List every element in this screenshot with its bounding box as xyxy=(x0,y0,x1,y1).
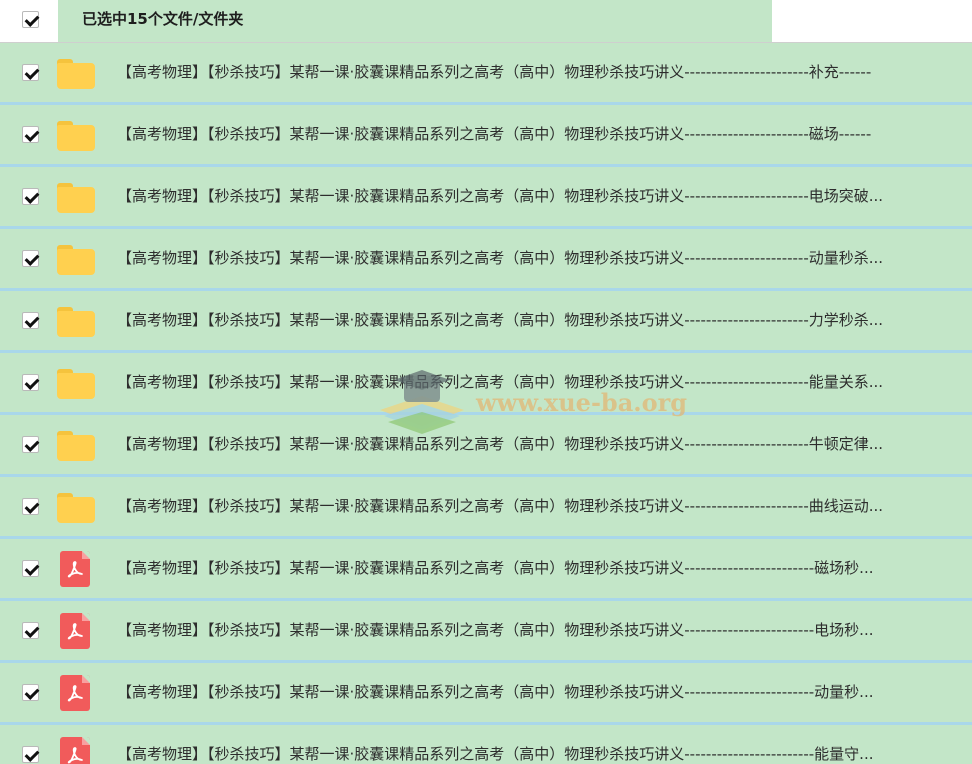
pdf-file-icon xyxy=(60,613,90,649)
checkmark-icon xyxy=(24,12,40,27)
file-name[interactable]: 【高考物理】【秒杀技巧】某帮一课·胶囊课精品系列之高考（高中）物理秒杀技巧讲义-… xyxy=(117,185,953,207)
select-all-checkbox[interactable] xyxy=(22,11,40,28)
file-list: 【高考物理】【秒杀技巧】某帮一课·胶囊课精品系列之高考（高中）物理秒杀技巧讲义-… xyxy=(0,43,972,764)
file-row[interactable]: 【高考物理】【秒杀技巧】某帮一课·胶囊课精品系列之高考（高中）物理秒杀技巧讲义-… xyxy=(0,601,972,663)
checkmark-icon xyxy=(24,623,40,638)
folder-icon xyxy=(57,493,95,523)
file-name[interactable]: 【高考物理】【秒杀技巧】某帮一课·胶囊课精品系列之高考（高中）物理秒杀技巧讲义-… xyxy=(117,681,953,703)
file-row[interactable]: 【高考物理】【秒杀技巧】某帮一课·胶囊课精品系列之高考（高中）物理秒杀技巧讲义-… xyxy=(0,477,972,539)
folder-icon xyxy=(57,59,95,89)
folder-icon xyxy=(57,121,95,151)
checkmark-icon xyxy=(24,375,40,390)
checkmark-icon xyxy=(24,685,40,700)
checkmark-icon xyxy=(24,561,40,576)
row-checkbox[interactable] xyxy=(22,374,40,391)
file-row[interactable]: 【高考物理】【秒杀技巧】某帮一课·胶囊课精品系列之高考（高中）物理秒杀技巧讲义-… xyxy=(0,229,972,291)
file-row[interactable]: 【高考物理】【秒杀技巧】某帮一课·胶囊课精品系列之高考（高中）物理秒杀技巧讲义-… xyxy=(0,663,972,725)
file-name[interactable]: 【高考物理】【秒杀技巧】某帮一课·胶囊课精品系列之高考（高中）物理秒杀技巧讲义-… xyxy=(117,495,953,517)
file-name[interactable]: 【高考物理】【秒杀技巧】某帮一课·胶囊课精品系列之高考（高中）物理秒杀技巧讲义-… xyxy=(117,433,953,455)
checkmark-icon xyxy=(24,747,40,762)
file-name[interactable]: 【高考物理】【秒杀技巧】某帮一课·胶囊课精品系列之高考（高中）物理秒杀技巧讲义-… xyxy=(117,557,953,579)
selection-count-label: 已选中15个文件/文件夹 xyxy=(82,10,244,28)
file-selection-page: 已选中15个文件/文件夹 【高考物理】【秒杀技巧】某帮一课·胶囊课精品系列之高考… xyxy=(0,0,972,764)
folder-icon xyxy=(57,307,95,337)
folder-icon xyxy=(57,245,95,275)
row-checkbox[interactable] xyxy=(22,746,40,763)
folder-icon xyxy=(57,183,95,213)
file-name[interactable]: 【高考物理】【秒杀技巧】某帮一课·胶囊课精品系列之高考（高中）物理秒杀技巧讲义-… xyxy=(117,371,953,393)
checkmark-icon xyxy=(24,437,40,452)
row-checkbox[interactable] xyxy=(22,684,40,701)
checkmark-icon xyxy=(24,313,40,328)
folder-icon xyxy=(57,369,95,399)
row-checkbox[interactable] xyxy=(22,188,40,205)
row-checkbox[interactable] xyxy=(22,436,40,453)
file-name[interactable]: 【高考物理】【秒杀技巧】某帮一课·胶囊课精品系列之高考（高中）物理秒杀技巧讲义-… xyxy=(117,309,953,331)
file-row[interactable]: 【高考物理】【秒杀技巧】某帮一课·胶囊课精品系列之高考（高中）物理秒杀技巧讲义-… xyxy=(0,539,972,601)
row-checkbox[interactable] xyxy=(22,622,40,639)
checkmark-icon xyxy=(24,499,40,514)
checkmark-icon xyxy=(24,127,40,142)
file-row[interactable]: 【高考物理】【秒杀技巧】某帮一课·胶囊课精品系列之高考（高中）物理秒杀技巧讲义-… xyxy=(0,725,972,764)
file-name[interactable]: 【高考物理】【秒杀技巧】某帮一课·胶囊课精品系列之高考（高中）物理秒杀技巧讲义-… xyxy=(117,247,953,269)
pdf-file-icon xyxy=(60,675,90,711)
row-checkbox[interactable] xyxy=(22,250,40,267)
row-checkbox[interactable] xyxy=(22,312,40,329)
file-row[interactable]: 【高考物理】【秒杀技巧】某帮一课·胶囊课精品系列之高考（高中）物理秒杀技巧讲义-… xyxy=(0,415,972,477)
file-row[interactable]: 【高考物理】【秒杀技巧】某帮一课·胶囊课精品系列之高考（高中）物理秒杀技巧讲义-… xyxy=(0,167,972,229)
pdf-file-icon xyxy=(60,737,90,764)
file-name[interactable]: 【高考物理】【秒杀技巧】某帮一课·胶囊课精品系列之高考（高中）物理秒杀技巧讲义-… xyxy=(117,743,953,764)
file-name[interactable]: 【高考物理】【秒杀技巧】某帮一课·胶囊课精品系列之高考（高中）物理秒杀技巧讲义-… xyxy=(117,123,953,145)
folder-icon xyxy=(57,431,95,461)
file-row[interactable]: 【高考物理】【秒杀技巧】某帮一课·胶囊课精品系列之高考（高中）物理秒杀技巧讲义-… xyxy=(0,105,972,167)
row-checkbox[interactable] xyxy=(22,64,40,81)
checkmark-icon xyxy=(24,251,40,266)
file-row[interactable]: 【高考物理】【秒杀技巧】某帮一课·胶囊课精品系列之高考（高中）物理秒杀技巧讲义-… xyxy=(0,43,972,105)
checkmark-icon xyxy=(24,65,40,80)
row-checkbox[interactable] xyxy=(22,126,40,143)
file-row[interactable]: 【高考物理】【秒杀技巧】某帮一课·胶囊课精品系列之高考（高中）物理秒杀技巧讲义-… xyxy=(0,291,972,353)
row-checkbox[interactable] xyxy=(22,498,40,515)
selection-header: 已选中15个文件/文件夹 xyxy=(0,0,972,43)
row-checkbox[interactable] xyxy=(22,560,40,577)
pdf-file-icon xyxy=(60,551,90,587)
file-name[interactable]: 【高考物理】【秒杀技巧】某帮一课·胶囊课精品系列之高考（高中）物理秒杀技巧讲义-… xyxy=(117,61,953,83)
checkmark-icon xyxy=(24,189,40,204)
file-name[interactable]: 【高考物理】【秒杀技巧】某帮一课·胶囊课精品系列之高考（高中）物理秒杀技巧讲义-… xyxy=(117,619,953,641)
file-row[interactable]: 【高考物理】【秒杀技巧】某帮一课·胶囊课精品系列之高考（高中）物理秒杀技巧讲义-… xyxy=(0,353,972,415)
